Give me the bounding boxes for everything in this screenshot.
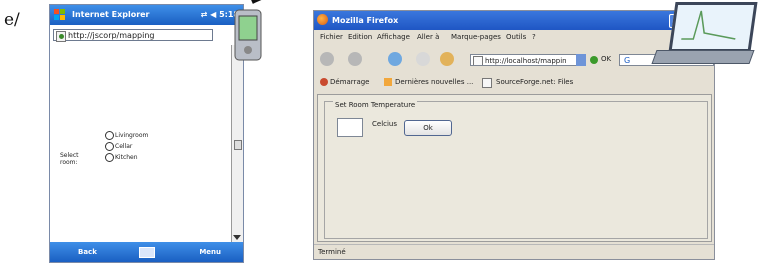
ok-button[interactable]: Ok — [404, 120, 452, 136]
back-icon[interactable] — [320, 52, 334, 66]
bookmark-icon — [320, 78, 328, 86]
bookmark-demarrage[interactable]: Démarrage — [330, 78, 369, 86]
reload-icon[interactable] — [388, 52, 402, 66]
room-option-label: Kitchen — [115, 154, 138, 161]
laptop-icon — [651, 0, 758, 70]
back-soft-key[interactable]: Back — [78, 248, 97, 256]
firefox-bookmarks-toolbar: Démarrage Dernières nouvelles ... Source… — [314, 75, 714, 91]
pda-device-icon — [234, 9, 262, 61]
page-icon — [482, 78, 492, 88]
firefox-icon — [317, 14, 328, 25]
room-option-label: Cellar — [115, 143, 133, 150]
radio-button[interactable] — [105, 131, 114, 140]
menu-edition[interactable]: Edition — [348, 33, 372, 41]
menu-outils[interactable]: Outils — [506, 33, 526, 41]
windows-start-icon[interactable] — [53, 8, 66, 21]
ppc-vertical-scrollbar[interactable] — [231, 45, 243, 242]
page-icon — [473, 56, 483, 65]
google-search-icon: G — [624, 56, 631, 65]
room-option-cellar[interactable]: Cellar — [105, 141, 148, 152]
status-text: Terminé — [318, 248, 346, 256]
bookmark-sourceforge[interactable]: SourceForge.net: Files — [496, 78, 573, 86]
ppc-address-bar[interactable]: http://jscorp/mapping — [53, 29, 213, 42]
bookmark-dernieres-nouvelles[interactable]: Dernières nouvelles ... — [395, 78, 473, 86]
keyboard-icon[interactable] — [139, 247, 155, 258]
ppc-address-text: http://jscorp/mapping — [68, 31, 155, 40]
firefox-status-bar: Terminé — [314, 244, 714, 260]
address-dropdown-icon[interactable] — [576, 54, 586, 66]
connection-cable — [251, 0, 319, 4]
menu-aller-a[interactable]: Aller à — [417, 33, 439, 41]
forward-icon[interactable] — [348, 52, 362, 66]
ppc-soft-key-bar: Back Menu — [50, 242, 243, 262]
celcius-label: Celcius — [372, 120, 398, 128]
radio-button[interactable] — [105, 142, 114, 151]
temperature-input[interactable] — [337, 118, 363, 137]
pocket-pc-screen: Internet Explorer ⇄ ◀ 5:18 http://jscorp… — [49, 4, 244, 263]
figure-label: e/ — [4, 10, 20, 30]
firefox-page-content: Set Room Temperature Celcius Ok — [317, 94, 712, 242]
laptop-screen — [668, 2, 758, 52]
firefox-address-text: http://localhost/mappin — [485, 57, 567, 65]
firefox-address-bar[interactable]: http://localhost/mappin — [470, 54, 578, 66]
select-room-label: Select room: — [60, 152, 79, 166]
menu-fichier[interactable]: Fichier — [320, 33, 343, 41]
ppc-title-bar: Internet Explorer ⇄ ◀ 5:18 — [50, 5, 243, 25]
menu-affichage[interactable]: Affichage — [377, 33, 410, 41]
room-option-label: Livingroom — [115, 132, 149, 139]
go-icon[interactable] — [590, 56, 598, 64]
room-option-livingroom[interactable]: Livingroom — [105, 130, 148, 141]
menu-marque-pages[interactable]: Marque-pages — [451, 33, 501, 41]
rss-icon — [384, 78, 392, 86]
laptop-keyboard — [651, 50, 755, 64]
room-option-kitchen[interactable]: Kitchen — [105, 152, 148, 163]
menu-soft-key[interactable]: Menu — [199, 248, 221, 256]
go-ok-label[interactable]: OK — [601, 55, 611, 63]
stop-icon[interactable] — [416, 52, 430, 66]
ppc-app-title: Internet Explorer — [72, 10, 150, 19]
menu-help[interactable]: ? — [532, 33, 536, 41]
fieldset-legend: Set Room Temperature — [333, 101, 418, 109]
scroll-down-arrow-icon[interactable] — [233, 235, 241, 240]
globe-icon — [59, 34, 64, 39]
radio-button[interactable] — [105, 153, 114, 162]
set-room-temperature-fieldset: Set Room Temperature Celcius Ok — [324, 101, 708, 239]
graph-icon — [681, 10, 736, 40]
scroll-thumb[interactable] — [234, 140, 242, 150]
home-icon[interactable] — [440, 52, 454, 66]
firefox-window-title: Mozilla Firefox — [332, 16, 399, 25]
room-radio-group: Livingroom Cellar Kitchen — [105, 130, 148, 163]
